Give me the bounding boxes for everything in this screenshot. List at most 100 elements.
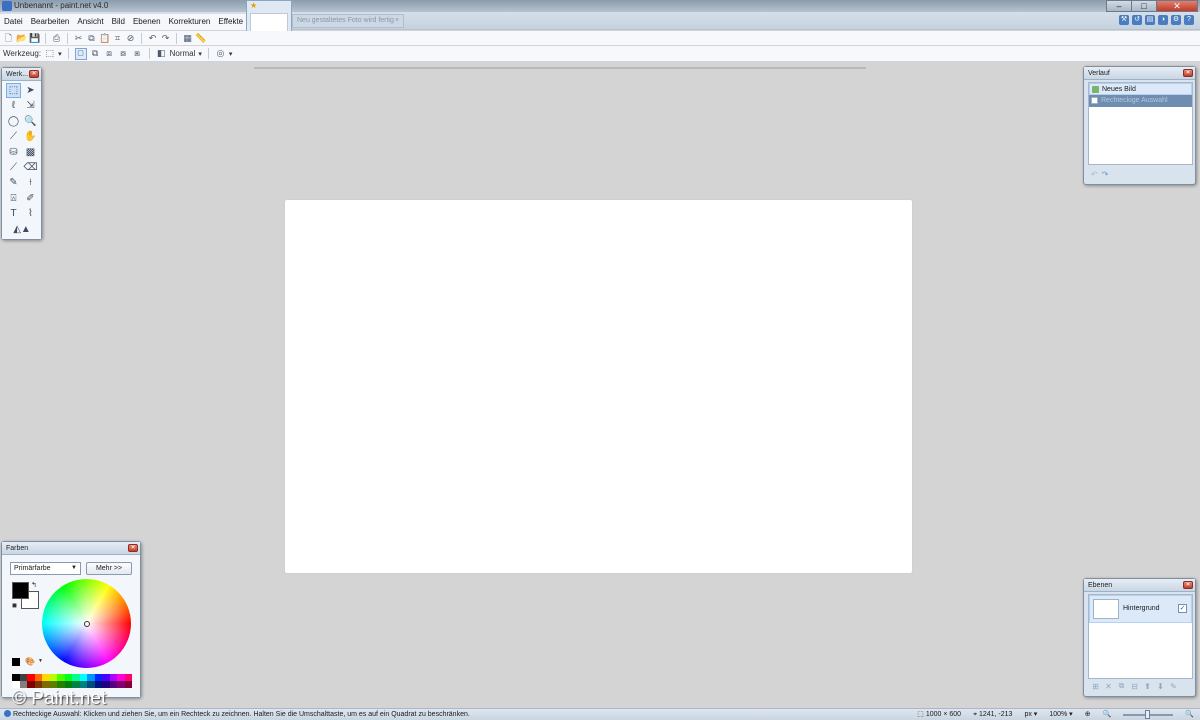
palette-swatch[interactable] [124,674,132,681]
pan-icon[interactable]: ✋ [23,129,38,144]
lasso-select-icon[interactable]: ℓ [6,98,21,113]
ellipse-select-icon[interactable]: ◯ [6,114,21,129]
settings-icon[interactable]: ⚙ [1171,15,1181,25]
layer-visibility-checkbox[interactable]: ✓ [1178,604,1187,613]
menu-ansicht[interactable]: Ansicht [73,14,107,30]
redo-icon[interactable]: ↷ [160,33,171,44]
paste-icon[interactable]: 📋 [99,33,110,44]
layer-row[interactable]: Hintergrund ✓ [1089,595,1192,623]
paintnet-app-icon[interactable] [2,1,12,11]
palette-swatch[interactable] [102,674,110,681]
close-button[interactable]: ✕ [1156,0,1198,12]
selection-mode-exclude-icon[interactable]: ⧈ [104,48,115,59]
palette-swatch[interactable] [12,681,20,688]
palette-swatch[interactable] [64,681,72,688]
palette-swatch[interactable] [34,681,42,688]
eraser-icon[interactable]: ⌫ [23,160,38,175]
layers-toggle-icon[interactable]: ▤ [1145,15,1155,25]
menu-bearbeiten[interactable]: Bearbeiten [27,14,74,30]
color-picker-icon[interactable]: ⟊ [23,175,38,190]
palette-swatch[interactable] [42,674,50,681]
zoom-in-icon[interactable]: 🔍 [1185,709,1194,720]
minimize-button[interactable]: – [1106,0,1132,12]
magic-wand-icon[interactable]: ⟋ [6,129,21,144]
more-colors-button[interactable]: Mehr >> [86,562,132,575]
undo-icon[interactable]: ↶ [147,33,158,44]
palette-swatch[interactable] [64,674,72,681]
paintbrush-icon[interactable]: ⟋ [6,160,21,175]
history-redo-icon[interactable]: ↷ [1102,170,1109,179]
colors-toggle-icon[interactable]: ◑ [1158,15,1168,25]
palette-swatch[interactable] [49,681,57,688]
ghost-tab[interactable]: Neu gestaltetes Foto wird fertig × [292,14,404,28]
duplicate-layer-icon[interactable]: ⧉ [1117,681,1126,691]
gradient-icon[interactable]: ▩ [23,145,38,160]
crop-icon[interactable]: ⌗ [112,33,123,44]
palette-swatch[interactable] [49,674,57,681]
line-curve-icon[interactable]: ⌇ [23,206,38,221]
palette-swatch[interactable] [57,681,65,688]
paint-bucket-icon[interactable]: ⛁ [6,145,21,160]
palette-swatch[interactable] [12,674,20,681]
save-icon[interactable]: 💾 [29,33,40,44]
shapes-icon[interactable]: ◭▲ [6,222,38,237]
colors-window-title[interactable]: Farben ✕ [2,542,140,555]
selection-mode-replace-button[interactable]: ▢ [74,47,87,60]
rectangle-select-icon[interactable]: ⬚ [6,83,21,98]
blend-mode-dropdown-arrow-icon[interactable]: ▾ [198,50,202,58]
current-tool-icon[interactable]: ⬚ [44,48,55,59]
tools-toggle-icon[interactable]: ⚒ [1119,15,1129,25]
move-layer-up-icon[interactable]: ⬆ [1143,682,1152,691]
palette-swatch[interactable] [109,681,117,688]
menu-ebenen[interactable]: Ebenen [129,14,165,30]
palette-swatch[interactable] [117,681,125,688]
ruler-icon[interactable]: 📏 [195,33,206,44]
units-select[interactable]: px ▾ [1024,709,1037,720]
recolor-icon[interactable]: ✐ [23,191,38,206]
zoom-out-icon[interactable]: 🔍 [1103,709,1112,720]
pencil-icon[interactable]: ✎ [6,175,21,190]
menu-effekte[interactable]: Effekte [214,14,247,30]
history-window-close-icon[interactable]: ✕ [1183,69,1193,77]
selection-mode-intersect-icon[interactable]: ⧇ [118,48,129,59]
deselect-icon[interactable]: ⊘ [125,33,136,44]
zoom-icon[interactable]: 🔍 [23,114,38,129]
primary-color-swatch[interactable] [12,582,29,599]
color-target-select[interactable]: Primärfarbe ▼ [10,562,81,575]
help-icon[interactable]: ? [1184,15,1194,25]
zoom-slider-thumb[interactable] [1145,709,1151,719]
merge-layer-icon[interactable]: ⊟ [1130,682,1139,691]
palette-swatch[interactable] [34,674,42,681]
tools-window-close-icon[interactable]: ✕ [29,70,39,78]
palette-menu-icon[interactable]: 🎨 [25,657,35,666]
palette-swatch[interactable] [19,674,27,681]
ghost-tab-close-icon[interactable]: × [395,15,399,27]
cut-icon[interactable]: ✂ [73,33,84,44]
menu-bild[interactable]: Bild [108,14,129,30]
tools-window-title[interactable]: Werk... ✕ [2,68,41,81]
layers-window-title[interactable]: Ebenen ✕ [1084,579,1195,592]
palette-dropdown-arrow-icon[interactable]: ▼ [38,658,43,664]
selection-mode-union-icon[interactable]: ⧉ [90,48,101,59]
move-layer-down-icon[interactable]: ⬇ [1156,682,1165,691]
new-file-icon[interactable]: 🗋 [3,33,14,44]
move-selection-icon[interactable]: ➤ [23,83,38,98]
print-icon[interactable]: ⎙ [51,33,62,44]
palette-swatch[interactable] [72,674,80,681]
grid-icon[interactable]: ▦ [182,33,193,44]
selection-mode-xor-icon[interactable]: ⧆ [132,48,143,59]
menu-datei[interactable]: Datei [0,14,27,30]
palette-swatch[interactable] [102,681,110,688]
palette-swatch[interactable] [79,674,87,681]
palette-swatch[interactable] [94,674,102,681]
zoom-slider[interactable] [1123,709,1174,719]
add-layer-icon[interactable]: ⊞ [1091,682,1100,691]
layers-window-close-icon[interactable]: ✕ [1183,581,1193,589]
tool-dropdown-arrow-icon[interactable]: ▾ [58,50,62,58]
antialias-icon[interactable]: ◎ [215,48,226,59]
delete-layer-icon[interactable]: ✕ [1104,682,1113,691]
blend-mode-select[interactable]: Normal [170,49,196,58]
open-file-icon[interactable]: 📂 [16,33,27,44]
colors-window-close-icon[interactable]: ✕ [128,544,138,552]
history-toggle-icon[interactable]: ↺ [1132,15,1142,25]
